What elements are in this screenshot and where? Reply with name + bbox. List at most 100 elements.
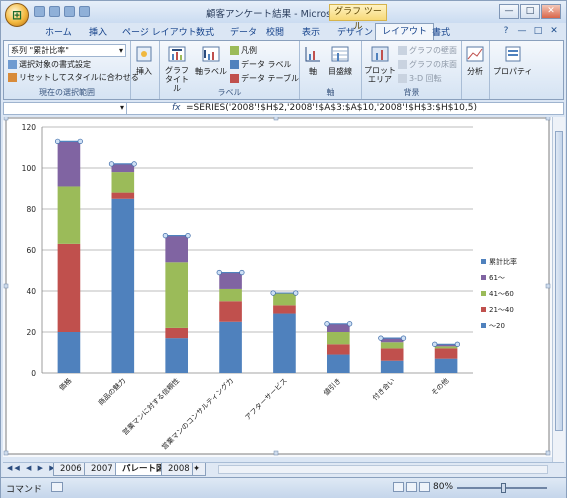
formula-input[interactable]: =SERIES('2008'!$H$2,'2008'!$A$3:$A$10,'2… bbox=[186, 103, 477, 114]
chevron-down-icon: ▾ bbox=[118, 46, 123, 55]
formula-bar: ▾ fx =SERIES('2008'!$H$2,'2008'!$A$3:$A$… bbox=[3, 102, 564, 115]
tab-page-layout[interactable]: ページ レイアウト bbox=[122, 25, 197, 38]
bar-segment bbox=[326, 323, 350, 332]
legend-swatch bbox=[481, 323, 486, 328]
vertical-scrollbar[interactable] bbox=[552, 117, 565, 462]
pareto-chart[interactable]: 020406080100120価格 商品の魅力営業マンに対する信頼性営業マンのコン… bbox=[3, 115, 552, 457]
gridlines-button[interactable]: 目盛線 bbox=[328, 44, 352, 77]
tab-layout[interactable]: レイアウト bbox=[375, 23, 435, 40]
bar-segment bbox=[165, 327, 189, 339]
selection-handle bbox=[108, 161, 115, 167]
macro-record-icon[interactable] bbox=[51, 482, 63, 492]
axis-titles-icon bbox=[202, 46, 220, 62]
reset-style-label: リセットしてスタイルに合わせる bbox=[19, 73, 139, 82]
bar-segment bbox=[380, 360, 404, 373]
status-mode: コマンド bbox=[6, 485, 43, 495]
chart-title-button[interactable]: グラフ タイトル bbox=[162, 44, 192, 93]
status-bar: コマンド 80% bbox=[1, 477, 566, 498]
axes-button[interactable]: 軸 bbox=[303, 44, 323, 77]
tab-data[interactable]: データ bbox=[230, 25, 257, 38]
close-button[interactable]: ✕ bbox=[541, 4, 561, 19]
reset-style-button[interactable]: リセットしてスタイルに合わせる bbox=[8, 72, 139, 83]
selection-handle bbox=[77, 138, 83, 145]
ribbon-close-icon[interactable]: ✕ bbox=[548, 26, 560, 37]
bar-segment bbox=[273, 313, 296, 373]
ribbon-restore-icon[interactable]: □ bbox=[532, 26, 544, 37]
tab-format[interactable]: 書式 bbox=[432, 25, 450, 38]
tab-view[interactable]: 表示 bbox=[302, 25, 320, 38]
bar-segment bbox=[57, 243, 81, 332]
normal-view-icon[interactable] bbox=[393, 482, 404, 492]
properties-button[interactable]: プロパティ bbox=[493, 44, 533, 77]
selection-handle bbox=[454, 341, 461, 347]
y-tick-label: 100 bbox=[22, 164, 37, 173]
y-tick-label: 0 bbox=[31, 369, 36, 378]
ribbon: 系列 "累計比率" ▾ 選択対象の書式設定 リセットしてスタイルに合わせる 現在… bbox=[3, 40, 564, 100]
format-selection-button[interactable]: 選択対象の書式設定 bbox=[8, 59, 91, 70]
plot-area-button[interactable]: プロット エリア bbox=[364, 44, 396, 84]
legend-label: ～20 bbox=[489, 322, 505, 330]
3d-rotation-button[interactable]: 3-D 回転 bbox=[398, 73, 442, 84]
selection-handle bbox=[346, 321, 353, 327]
axis-titles-label: 軸ラベル bbox=[195, 67, 227, 76]
page-layout-view-icon[interactable] bbox=[406, 482, 417, 492]
analysis-button[interactable]: 分析 bbox=[465, 44, 485, 77]
zoom-slider-knob[interactable] bbox=[501, 483, 506, 493]
gridlines-icon bbox=[331, 46, 349, 62]
maximize-button[interactable]: □ bbox=[520, 4, 540, 19]
axis-titles-button[interactable]: 軸ラベル bbox=[195, 44, 227, 77]
legend-button[interactable]: 凡例 bbox=[230, 45, 257, 56]
chart-wall-label: グラフの壁面 bbox=[409, 46, 457, 55]
save-icon[interactable] bbox=[34, 6, 45, 17]
data-table-label: データ テーブル bbox=[241, 74, 300, 83]
help-icon[interactable]: ? bbox=[500, 26, 512, 37]
redo-icon[interactable] bbox=[64, 6, 75, 17]
bar-segment bbox=[219, 301, 242, 322]
title-bar: ⊞ 顧客アンケート結果 - Microsoft Excel グラフ ツール — … bbox=[1, 1, 566, 32]
chart-element-dropdown[interactable]: 系列 "累計比率" ▾ bbox=[8, 44, 126, 57]
bar-segment bbox=[111, 172, 135, 193]
y-tick-label: 60 bbox=[26, 246, 36, 255]
chart-resize-handle bbox=[3, 283, 9, 289]
zoom-slider[interactable] bbox=[457, 483, 547, 493]
chart-element-value: 系列 "累計比率" bbox=[11, 46, 69, 55]
data-labels-icon bbox=[230, 60, 239, 69]
bar-segment bbox=[273, 305, 296, 314]
horizontal-scrollbar[interactable] bbox=[218, 465, 548, 474]
tab-review[interactable]: 校閲 bbox=[266, 25, 284, 38]
data-table-button[interactable]: データ テーブル bbox=[230, 73, 299, 84]
selection-handle bbox=[432, 341, 438, 347]
chart-wall-button[interactable]: グラフの壁面 bbox=[398, 45, 457, 56]
page-break-view-icon[interactable] bbox=[419, 482, 430, 492]
tab-insert[interactable]: 挿入 bbox=[89, 25, 107, 38]
insert-button[interactable]: 挿入 bbox=[134, 44, 154, 77]
ribbon-minimize-icon[interactable]: — bbox=[516, 26, 528, 37]
chart-floor-button[interactable]: グラフの床面 bbox=[398, 59, 457, 70]
selection-handle bbox=[293, 290, 299, 296]
y-tick-label: 40 bbox=[26, 287, 36, 296]
bar-segment bbox=[219, 288, 242, 302]
selection-handle bbox=[131, 161, 137, 167]
tab-formulas[interactable]: 数式 bbox=[196, 25, 214, 38]
properties-label: プロパティ bbox=[493, 67, 533, 76]
scrollbar-thumb[interactable] bbox=[555, 131, 563, 431]
office-button[interactable]: ⊞ bbox=[5, 3, 29, 27]
bar-segment bbox=[57, 186, 81, 244]
minimize-button[interactable]: — bbox=[499, 4, 519, 19]
axes-group: 軸 目盛線 軸 bbox=[300, 41, 362, 99]
chart-resize-handle bbox=[3, 115, 9, 121]
name-box[interactable]: ▾ bbox=[4, 103, 127, 114]
tab-home[interactable]: ホーム bbox=[45, 25, 72, 38]
fx-icon[interactable]: fx bbox=[172, 103, 181, 113]
customize-qat-icon[interactable] bbox=[79, 6, 90, 17]
bar-segment bbox=[219, 321, 242, 373]
insert-icon bbox=[136, 46, 152, 62]
new-sheet-icon[interactable]: ✦ bbox=[192, 463, 206, 476]
tab-design[interactable]: デザイン bbox=[337, 25, 373, 38]
undo-icon[interactable] bbox=[49, 6, 60, 17]
y-tick-label: 80 bbox=[26, 205, 36, 214]
zoom-level[interactable]: 80% bbox=[433, 482, 453, 492]
chart-title-icon bbox=[168, 46, 186, 62]
bar-segment bbox=[111, 163, 135, 173]
data-labels-button[interactable]: データ ラベル bbox=[230, 59, 292, 70]
